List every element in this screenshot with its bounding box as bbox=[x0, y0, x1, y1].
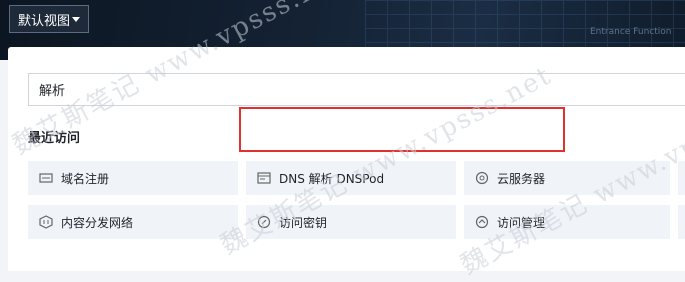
key-icon bbox=[257, 215, 271, 229]
recent-visits-title: 最近访问 bbox=[28, 131, 81, 146]
search-input-value: 解析 bbox=[39, 84, 66, 99]
recent-item-dns[interactable]: DNS 解析 DNSPod bbox=[246, 161, 456, 195]
recent-item-label: DNS 解析 DNSPod bbox=[279, 171, 385, 186]
default-view-select[interactable]: 默认视图 bbox=[9, 5, 89, 33]
recent-item-label: 域名注册 bbox=[61, 171, 110, 186]
recent-item-label: 访问密钥 bbox=[279, 215, 328, 230]
dns-icon bbox=[257, 171, 271, 185]
recent-item-domain[interactable]: 域名注册 bbox=[28, 161, 238, 195]
recent-item-cam[interactable]: 访问管理 bbox=[464, 205, 670, 239]
recent-item-overflow[interactable] bbox=[678, 161, 685, 195]
recent-item-label: 内容分发网络 bbox=[61, 215, 134, 230]
recent-item-label: 访问管理 bbox=[497, 215, 546, 230]
server-icon bbox=[475, 171, 489, 185]
chevron-down-icon bbox=[72, 16, 80, 22]
recent-item-overflow[interactable] bbox=[678, 205, 685, 239]
recent-item-cvm[interactable]: 云服务器 bbox=[464, 161, 670, 195]
recent-item-cdn[interactable]: 内容分发网络 bbox=[28, 205, 238, 239]
access-icon bbox=[475, 215, 489, 229]
search-panel: 解析 最近访问 域名注册 DNS 解析 DNSPod 云服务器 内容分发网络 访… bbox=[8, 47, 685, 271]
recent-item-keys[interactable]: 访问密钥 bbox=[246, 205, 456, 239]
default-view-label: 默认视图 bbox=[18, 13, 71, 29]
domain-icon bbox=[39, 171, 53, 185]
search-input[interactable]: 解析 bbox=[28, 73, 685, 106]
recent-item-label: 云服务器 bbox=[497, 171, 546, 186]
cdn-icon bbox=[39, 215, 53, 229]
banner-faint-text: Entrance Function bbox=[590, 27, 672, 37]
